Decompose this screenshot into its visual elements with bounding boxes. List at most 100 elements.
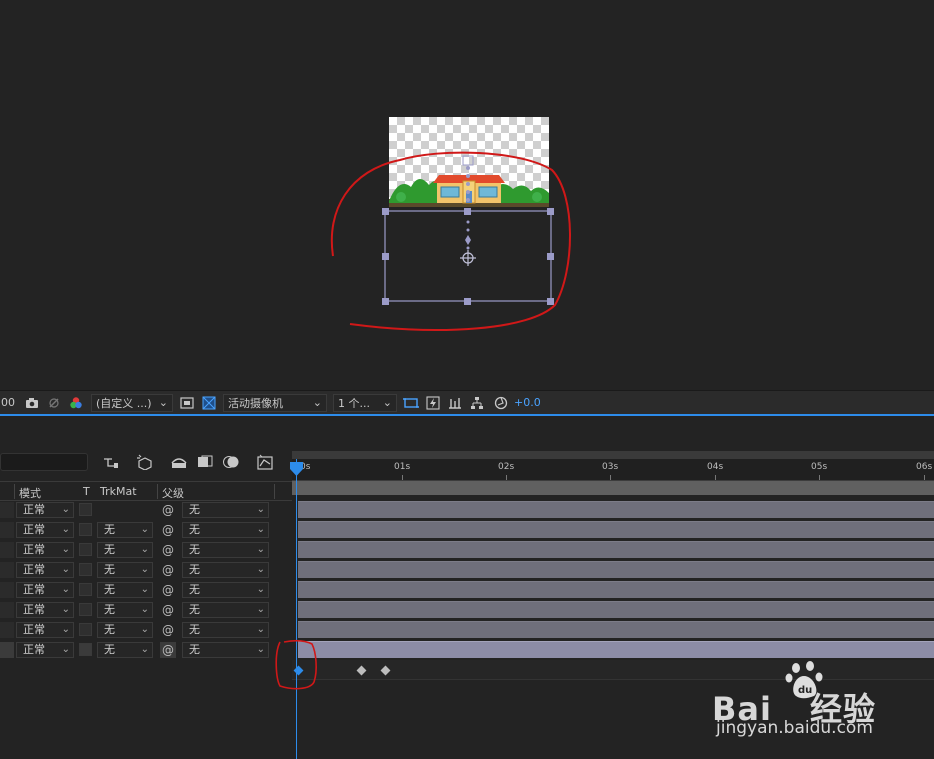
parent-value: 无 — [189, 643, 200, 656]
transparency-grid-icon[interactable] — [200, 394, 218, 412]
layer-row-selected[interactable]: 正常 ⌄ 无 ⌄ @ 无 ⌄ — [0, 640, 292, 660]
parent-pick-whip-icon[interactable]: @ — [160, 562, 176, 578]
layer-row[interactable]: 正常 ⌄ 无 ⌄ @ 无 ⌄ — [0, 560, 292, 580]
column-t[interactable]: T — [83, 485, 90, 498]
mode-dropdown[interactable]: 正常 ⌄ — [16, 502, 74, 518]
flowchart-icon[interactable] — [468, 394, 486, 412]
preserve-transparency-toggle[interactable] — [79, 623, 92, 636]
region-of-interest-icon[interactable] — [178, 394, 196, 412]
parent-pick-whip-icon[interactable]: @ — [160, 542, 176, 558]
layer-row[interactable]: 正常 ⌄ @ 无 ⌄ — [0, 500, 292, 520]
current-time-indicator[interactable] — [296, 459, 297, 759]
camera-snapshot-icon[interactable] — [23, 394, 41, 412]
time-ruler[interactable]: 0s 01s 02s 03s 04s 05s 06s — [292, 459, 934, 481]
layer-duration-bar[interactable] — [298, 501, 934, 518]
mode-dropdown[interactable]: 正常 ⌄ — [16, 542, 74, 558]
preserve-transparency-toggle[interactable] — [79, 523, 92, 536]
time-navigator-bar[interactable] — [292, 451, 934, 459]
toggle-pixel-aspect-icon[interactable] — [402, 394, 420, 412]
layer-duration-bar[interactable] — [298, 541, 934, 558]
chevron-down-icon: ⌄ — [61, 544, 70, 555]
layer-duration-bar-selected[interactable] — [298, 641, 934, 658]
keyframe-track[interactable] — [292, 660, 934, 680]
mode-dropdown[interactable]: 正常 ⌄ — [16, 602, 74, 618]
chevron-down-icon: ⌄ — [61, 624, 70, 635]
layer-search-input[interactable] — [0, 453, 88, 471]
parent-dropdown[interactable]: 无 ⌄ — [182, 622, 269, 638]
layer-lead — [0, 642, 14, 658]
keyframe[interactable] — [380, 665, 391, 676]
frame-blending-icon[interactable] — [195, 452, 215, 472]
layer-row[interactable]: 正常 ⌄ 无 ⌄ @ 无 ⌄ — [0, 580, 292, 600]
timeline-icon[interactable] — [446, 394, 464, 412]
preserve-transparency-toggle[interactable] — [79, 503, 92, 516]
shy-layers-icon[interactable] — [169, 452, 189, 472]
resolution-select[interactable]: (自定义 ...) ⌄ — [91, 393, 173, 412]
parent-dropdown[interactable]: 无 ⌄ — [182, 642, 269, 658]
layer-duration-bar[interactable] — [298, 581, 934, 598]
layer-duration-bar[interactable] — [298, 521, 934, 538]
chevron-down-icon: ⌄ — [140, 624, 149, 635]
preserve-transparency-toggle[interactable] — [79, 643, 92, 656]
parent-pick-whip-icon[interactable]: @ — [160, 642, 176, 658]
mode-dropdown[interactable]: 正常 ⌄ — [16, 622, 74, 638]
composition-viewer[interactable] — [0, 0, 934, 390]
trkmat-dropdown[interactable]: 无 ⌄ — [97, 622, 153, 638]
trkmat-dropdown[interactable]: 无 ⌄ — [97, 582, 153, 598]
views-select[interactable]: 1 个... ⌄ — [333, 393, 397, 412]
parent-dropdown[interactable]: 无 ⌄ — [182, 582, 269, 598]
parent-dropdown[interactable]: 无 ⌄ — [182, 502, 269, 518]
work-area-bar[interactable] — [292, 481, 934, 495]
trkmat-dropdown[interactable]: 无 ⌄ — [97, 542, 153, 558]
trkmat-dropdown[interactable]: 无 ⌄ — [97, 522, 153, 538]
keyframe[interactable] — [356, 665, 367, 676]
column-trkmat[interactable]: TrkMat — [100, 485, 137, 498]
zoom-value[interactable]: 00 — [1, 396, 15, 409]
layer-duration-bar[interactable] — [298, 561, 934, 578]
chevron-down-icon: ⌄ — [140, 544, 149, 555]
column-mode[interactable]: 模式 — [19, 485, 41, 501]
mode-dropdown[interactable]: 正常 ⌄ — [16, 582, 74, 598]
color-channels-icon[interactable] — [67, 394, 85, 412]
graph-editor-icon[interactable] — [255, 452, 275, 472]
exposure-value[interactable]: +0.0 — [514, 396, 541, 409]
motion-blur-icon[interactable] — [221, 452, 241, 472]
chevron-down-icon: ⌄ — [256, 604, 265, 615]
reset-exposure-icon[interactable] — [492, 394, 510, 412]
parent-dropdown[interactable]: 无 ⌄ — [182, 542, 269, 558]
layer-row[interactable]: 正常 ⌄ 无 ⌄ @ 无 ⌄ — [0, 520, 292, 540]
trkmat-dropdown[interactable]: 无 ⌄ — [97, 562, 153, 578]
layer-row[interactable]: 正常 ⌄ 无 ⌄ @ 无 ⌄ — [0, 600, 292, 620]
camera-select[interactable]: 活动摄像机 ⌄ — [223, 393, 327, 412]
show-snapshot-icon[interactable] — [45, 394, 63, 412]
layer-image-house[interactable] — [389, 117, 549, 207]
preserve-transparency-toggle[interactable] — [79, 563, 92, 576]
layer-duration-bar[interactable] — [298, 601, 934, 618]
playhead-handle-icon[interactable] — [290, 462, 303, 476]
parent-dropdown[interactable]: 无 ⌄ — [182, 562, 269, 578]
parent-dropdown[interactable]: 无 ⌄ — [182, 602, 269, 618]
mode-dropdown[interactable]: 正常 ⌄ — [16, 522, 74, 538]
parent-pick-whip-icon[interactable]: @ — [160, 622, 176, 638]
layer-row[interactable]: 正常 ⌄ 无 ⌄ @ 无 ⌄ — [0, 620, 292, 640]
draft-3d-icon[interactable] — [135, 452, 155, 472]
parent-pick-whip-icon[interactable]: @ — [160, 582, 176, 598]
preserve-transparency-toggle[interactable] — [79, 583, 92, 596]
composition-mini-flowchart-icon[interactable] — [101, 452, 121, 472]
preserve-transparency-toggle[interactable] — [79, 603, 92, 616]
layer-duration-bar[interactable] — [298, 621, 934, 638]
column-parent[interactable]: 父级 — [162, 485, 184, 501]
preserve-transparency-toggle[interactable] — [79, 543, 92, 556]
mode-dropdown[interactable]: 正常 ⌄ — [16, 642, 74, 658]
parent-pick-whip-icon[interactable]: @ — [160, 522, 176, 538]
chevron-down-icon: ⌄ — [61, 504, 70, 515]
parent-pick-whip-icon[interactable]: @ — [160, 502, 176, 518]
layer-lead — [0, 522, 14, 538]
mode-dropdown[interactable]: 正常 ⌄ — [16, 562, 74, 578]
layer-row[interactable]: 正常 ⌄ 无 ⌄ @ 无 ⌄ — [0, 540, 292, 560]
trkmat-dropdown[interactable]: 无 ⌄ — [97, 602, 153, 618]
parent-pick-whip-icon[interactable]: @ — [160, 602, 176, 618]
parent-dropdown[interactable]: 无 ⌄ — [182, 522, 269, 538]
trkmat-dropdown[interactable]: 无 ⌄ — [97, 642, 153, 658]
fast-previews-icon[interactable] — [424, 394, 442, 412]
